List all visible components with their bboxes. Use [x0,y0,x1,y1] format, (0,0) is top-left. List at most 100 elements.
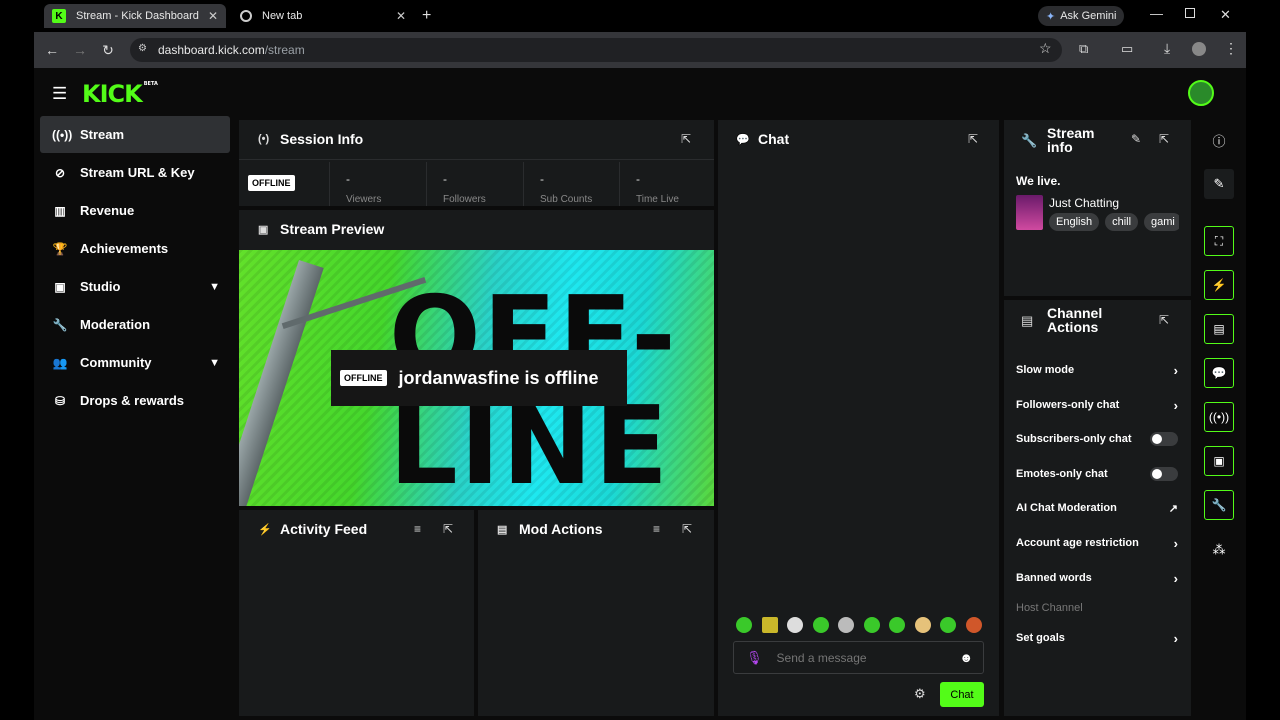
chevron-right-icon: › [1173,535,1178,551]
tab-title: Stream - Kick Dashboard [76,10,199,22]
sidebar-item-label: Moderation [80,317,151,332]
chat-bubble-icon[interactable]: 💬 [1204,358,1234,388]
sidebar-item-revenue[interactable]: ▥ Revenue [40,192,230,229]
stream-preview-image[interactable]: OFF-LINE OFFLINE jordanwasfine is offlin… [239,250,714,506]
sidebar-item-stream[interactable]: ((•)) Stream [40,116,230,153]
followers-only-row[interactable]: Followers-only chat › [1016,395,1178,415]
clipboard-icon[interactable]: ▤ [1204,314,1234,344]
address-bar[interactable]: ⚙ dashboard.kick.com/stream [130,38,1062,62]
emote-icon[interactable] [762,617,778,633]
ai-chat-moderation-row[interactable]: AI Chat Moderation ↗ [1016,498,1178,518]
sidebar-item-community[interactable]: 👥 Community ▼ [40,344,230,381]
emote-icon[interactable] [940,617,956,633]
new-tab-plus-icon[interactable]: + [422,7,431,25]
filter-icon[interactable]: ≡ [414,522,421,536]
channel-actions-icon: ▤ [1021,313,1034,328]
emote-icon[interactable] [966,617,982,633]
category-name[interactable]: Just Chatting [1049,196,1119,210]
title-line: Actions [1047,319,1099,335]
subscribers-only-toggle[interactable] [1150,432,1178,446]
close-window-icon[interactable]: ✕ [1220,7,1231,23]
title-line: info [1047,139,1073,155]
popout-icon[interactable]: ⇱ [681,132,691,146]
back-arrow-icon[interactable]: ← [42,40,62,60]
edit-pencil-icon[interactable]: ✎ [1204,169,1234,199]
kick-logo[interactable]: KICK BETA [82,80,158,108]
emote-icon[interactable] [813,617,829,633]
banned-words-row[interactable]: Banned words › [1016,568,1178,588]
sidebar-item-studio[interactable]: ▣ Studio ▼ [40,268,230,305]
site-settings-icon[interactable]: ⚙ [138,43,147,54]
chat-message-input[interactable] [776,650,960,665]
add-widget-icon[interactable]: ⁂ [1204,535,1234,565]
stat-label: Followers [443,194,486,205]
external-link-icon: ↗ [1168,502,1178,515]
emote-icon[interactable] [915,617,931,633]
user-avatar[interactable] [1188,80,1214,106]
popout-icon[interactable]: ⇱ [1159,132,1169,146]
tab-new-tab[interactable]: New tab ✕ [232,4,414,28]
emote-icon[interactable] [787,617,803,633]
session-info-header: (•) Session Info [258,131,363,147]
send-chat-button[interactable]: Chat [940,682,984,707]
emote-icon[interactable] [838,617,854,633]
ask-gemini-button[interactable]: ✦ Ask Gemini [1038,6,1124,26]
sidebar-item-label: Stream URL & Key [80,165,195,180]
chat-settings-gear-icon[interactable]: ⚙ [914,686,926,702]
slow-mode-row[interactable]: Slow mode › [1016,360,1178,380]
popout-icon[interactable]: ⇱ [443,522,453,536]
sidebar-item-label: Revenue [80,203,135,218]
emoji-picker-icon[interactable]: ☻ [959,650,973,665]
download-icon[interactable]: ⤓ [1164,40,1170,57]
close-tab-icon[interactable]: ✕ [396,9,406,23]
mod-actions-panel [478,510,714,716]
minimize-icon[interactable]: — [1150,6,1163,21]
lightning-icon[interactable]: ⚡ [1204,270,1234,300]
maximize-icon[interactable] [1185,8,1195,18]
tab-kick-dashboard[interactable]: K Stream - Kick Dashboard ✕ [44,4,226,28]
emote-icon[interactable] [889,617,905,633]
popout-icon[interactable]: ⇱ [1159,313,1169,327]
category-thumbnail[interactable] [1016,195,1043,230]
edit-pencil-icon[interactable]: ✎ [1131,132,1141,146]
stream-preview-header: ▣ Stream Preview [258,221,384,237]
sidebar-item-moderation[interactable]: 🔧 Moderation [40,306,230,343]
title-line: Stream [1047,125,1095,141]
set-goals-row[interactable]: Set goals › [1016,628,1178,648]
stat-followers: - Followers [426,162,524,206]
browser-menu-icon[interactable]: ⋮ [1224,40,1238,57]
emote-icon[interactable] [864,617,880,633]
row-label: Banned words [1016,572,1092,584]
broadcast-icon[interactable]: ((•)) [1204,402,1234,432]
sidebar-item-drops-rewards[interactable]: ⛁ Drops & rewards [40,382,230,419]
reload-icon[interactable]: ↻ [98,40,118,60]
microphone-icon[interactable]: 🎙 [746,650,763,666]
sidebar-item-stream-url-key[interactable]: ⊘ Stream URL & Key [40,154,230,191]
tag[interactable]: English [1049,213,1100,231]
fullscreen-icon[interactable]: ⛶ [1204,226,1234,256]
chrome-favicon-icon [240,10,252,22]
profile-avatar-icon[interactable] [1192,42,1206,56]
subscribers-only-row: Subscribers-only chat [1016,429,1178,449]
tag[interactable]: chill [1105,213,1139,231]
info-icon[interactable]: ⓘ [1204,125,1234,155]
forward-arrow-icon[interactable]: → [70,40,90,60]
wrench-icon[interactable]: 🔧 [1204,490,1234,520]
account-age-row[interactable]: Account age restriction › [1016,533,1178,553]
split-view-icon[interactable]: ▭ [1121,41,1133,57]
extensions-icon[interactable]: ⧉ [1079,41,1088,57]
popout-icon[interactable]: ⇱ [682,522,692,536]
hamburger-menu-icon[interactable]: ☰ [52,84,67,104]
sidebar-item-label: Community [80,355,152,370]
sidebar-item-achievements[interactable]: 🏆 Achievements [40,230,230,267]
close-tab-icon[interactable]: ✕ [208,9,218,23]
popout-icon[interactable]: ⇱ [968,132,978,146]
emote-icon[interactable] [736,617,752,633]
session-icon: (•) [258,133,270,145]
emotes-only-toggle[interactable] [1150,467,1178,481]
channel-actions-icon[interactable]: ▣ [1204,446,1234,476]
chat-input-box[interactable]: 🎙 ☻ [733,641,984,674]
filter-icon[interactable]: ≡ [653,522,660,536]
tag[interactable]: gami [1144,213,1179,231]
bookmark-star-icon[interactable]: ☆ [1039,40,1052,57]
